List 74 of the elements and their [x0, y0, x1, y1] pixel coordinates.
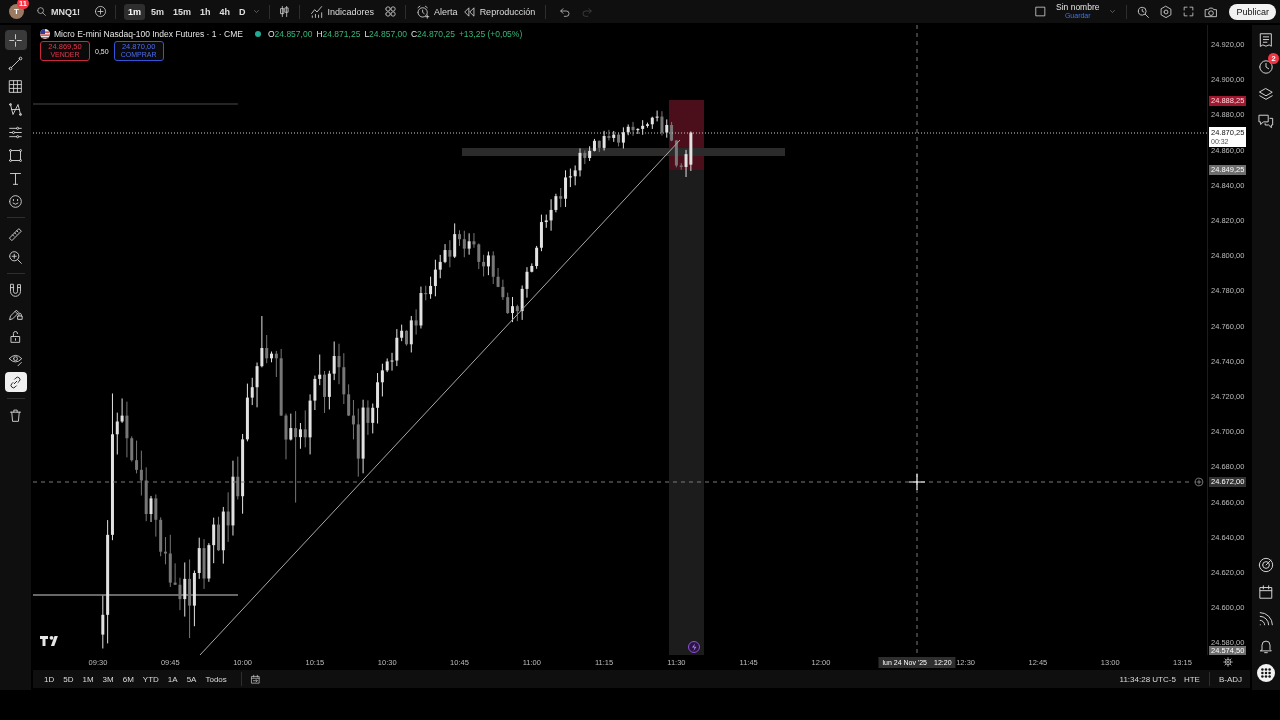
- chevron-down-icon[interactable]: [1108, 7, 1118, 16]
- interval-button[interactable]: D: [236, 3, 249, 20]
- adjustment-button[interactable]: B-ADJ: [1215, 674, 1245, 684]
- calendar-icon[interactable]: [1258, 584, 1274, 600]
- text-icon: [8, 170, 23, 186]
- line-chart-icon: [309, 4, 324, 19]
- publish-button[interactable]: Publicar: [1229, 3, 1276, 20]
- session-button[interactable]: HTE: [1180, 674, 1203, 684]
- range-button[interactable]: 3M: [99, 674, 117, 684]
- interval-button[interactable]: 1m: [124, 3, 145, 20]
- parallel-lines-icon: [8, 124, 23, 140]
- layout-name[interactable]: Sin nombre: [1056, 3, 1100, 12]
- range-button[interactable]: 1M: [79, 674, 97, 684]
- symbol-title[interactable]: Micro E-mini Nasdaq-100 Index Futures · 1 · CME: [54, 29, 243, 39]
- settings-icon[interactable]: [1159, 4, 1174, 19]
- interval-button[interactable]: 1h: [197, 3, 214, 20]
- range-button[interactable]: 6M: [119, 674, 137, 684]
- ohlc-value: H24.871,25: [316, 29, 361, 39]
- zoom-in-icon: [8, 249, 23, 265]
- alarm-clock-icon: [416, 4, 431, 19]
- four-circles-icon[interactable]: [384, 5, 398, 18]
- search-icon: [36, 6, 47, 17]
- chevron-down-icon[interactable]: [251, 7, 261, 16]
- lightning-icon[interactable]: [688, 641, 700, 653]
- crosshair-cursor-icon: [908, 473, 926, 491]
- range-button[interactable]: YTD: [139, 674, 162, 684]
- list-icon[interactable]: [1258, 32, 1274, 48]
- ohlc-value: O24.857,00: [267, 29, 313, 39]
- interval-button[interactable]: 5m: [148, 3, 168, 20]
- magnifier-icon[interactable]: [1136, 4, 1151, 19]
- bell-icon[interactable]: [1258, 638, 1274, 654]
- x-pattern-icon: [8, 101, 23, 117]
- clock-label[interactable]: 11:34:28 UTC-5: [1116, 674, 1179, 684]
- smiley-icon: [8, 193, 23, 209]
- range-button[interactable]: 5A: [183, 674, 200, 684]
- trend-line-icon: [8, 55, 23, 71]
- clock-icon[interactable]: [1258, 59, 1274, 75]
- apps-grid-icon[interactable]: [1257, 664, 1275, 682]
- link-icon: [8, 374, 23, 390]
- trash-icon: [8, 407, 23, 423]
- interval-button[interactable]: 15m: [170, 3, 195, 20]
- undo-icon[interactable]: [559, 5, 572, 18]
- grid-icon: [8, 78, 23, 94]
- crosshair-icon: [8, 32, 23, 48]
- range-button[interactable]: Todos: [202, 674, 230, 684]
- signal-icon[interactable]: [1258, 611, 1274, 627]
- fullscreen-icon[interactable]: [1182, 5, 1196, 18]
- range-button[interactable]: 1A: [164, 674, 181, 684]
- ruler-icon: [8, 226, 23, 242]
- flag-icon: [40, 29, 50, 39]
- ohlc-value: C24.870,25: [410, 29, 455, 39]
- rewind-icon: [461, 4, 476, 19]
- change-value: +13,25 (+0,05%): [458, 29, 523, 39]
- alert-button[interactable]: Alerta: [414, 3, 460, 20]
- logo-icon: [40, 635, 58, 646]
- indicators-button[interactable]: Indicadores: [307, 3, 377, 20]
- unlock-icon: [8, 328, 23, 344]
- interval-button[interactable]: 4h: [216, 3, 234, 20]
- gear-icon[interactable]: [1223, 657, 1233, 667]
- square-icon[interactable]: [1034, 5, 1047, 18]
- replay-button[interactable]: Reproducción: [459, 3, 538, 20]
- candlestick-icon[interactable]: [277, 5, 291, 18]
- range-button[interactable]: 5D: [60, 674, 77, 684]
- calendar-range-icon[interactable]: [249, 673, 261, 685]
- symbol-search-button[interactable]: MNQ1!: [36, 3, 80, 20]
- toggle-button[interactable]: [4, 372, 27, 392]
- ohlc-value: L24.857,00: [364, 29, 407, 39]
- tool-button[interactable]: [4, 30, 27, 50]
- chat-icon[interactable]: [1258, 113, 1274, 129]
- layers-icon[interactable]: [1258, 86, 1274, 102]
- target-icon[interactable]: [1258, 557, 1274, 573]
- range-button[interactable]: 1D: [41, 674, 58, 684]
- magnet-icon: [8, 282, 23, 298]
- camera-icon[interactable]: [1204, 4, 1219, 19]
